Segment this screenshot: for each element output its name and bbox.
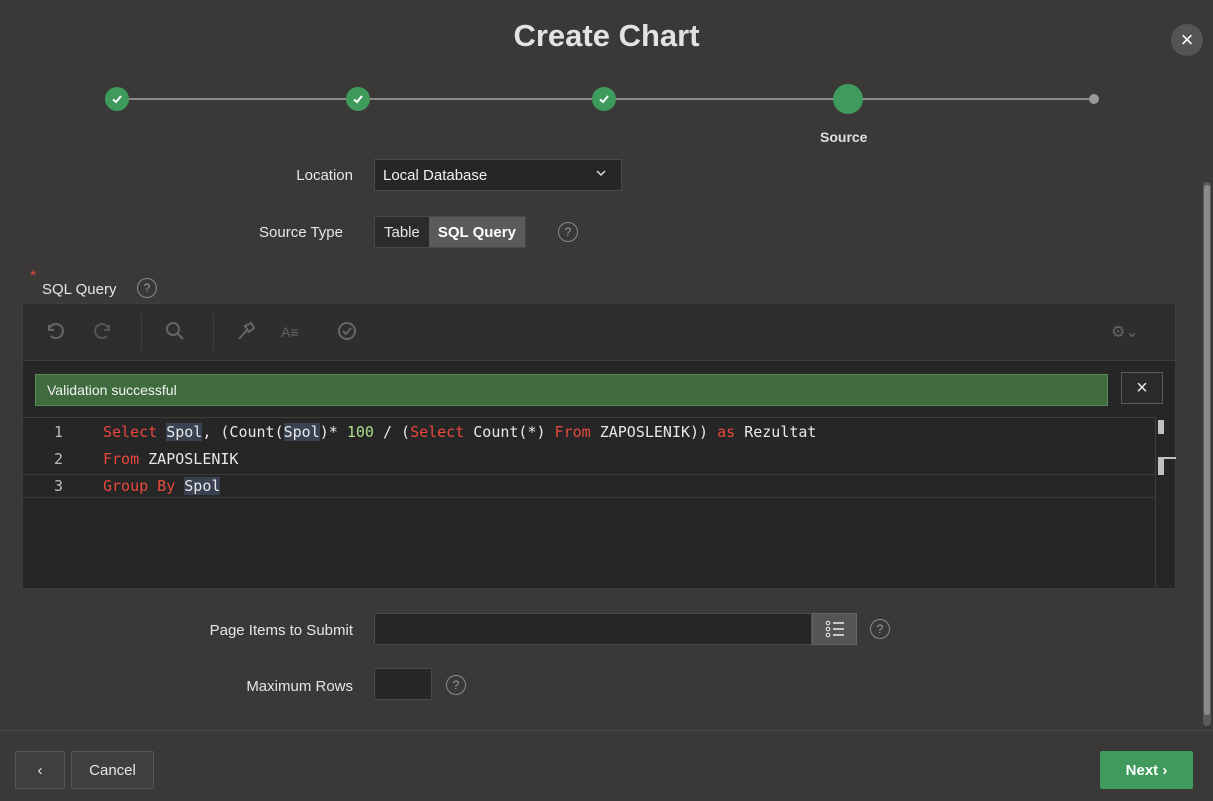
wizard-step-1 [105, 87, 129, 111]
check-icon [112, 95, 122, 104]
code-token: Spol [283, 423, 320, 441]
check-icon [353, 95, 363, 104]
location-select-value: Local Database [383, 166, 488, 184]
format-code-icon[interactable]: A≡ [281, 324, 299, 340]
list-picker-icon[interactable] [812, 613, 857, 645]
redo-icon[interactable] [93, 320, 115, 348]
code-token: From [554, 423, 591, 441]
back-button[interactable]: ‹ [15, 751, 65, 789]
code-token: , (Count( [202, 423, 284, 441]
code-area[interactable]: 1 Select Spol , (Count( Spol )* 100 / ( … [23, 417, 1155, 590]
code-token: Select [410, 423, 465, 441]
maximum-rows-label: Maximum Rows [246, 678, 353, 695]
wizard-step-5 [1089, 94, 1099, 104]
close-icon[interactable]: × [1121, 372, 1163, 404]
toolbar-separator [141, 314, 142, 350]
help-icon[interactable]: ? [870, 619, 890, 639]
page-items-label: Page Items to Submit [209, 622, 353, 639]
required-indicator: * [30, 268, 37, 285]
code-token: Select [103, 423, 158, 441]
undo-icon[interactable] [43, 320, 65, 348]
code-token: 100 [346, 423, 374, 441]
sql-query-label: SQL Query [42, 281, 117, 298]
code-line: 2 From ZAPOSLENIK [23, 447, 1155, 471]
help-icon[interactable]: ? [137, 278, 157, 298]
dialog-scrollbar-thumb[interactable] [1204, 185, 1210, 715]
scroll-marker [1158, 420, 1164, 434]
chevron-down-icon [595, 166, 607, 182]
line-number: 1 [53, 423, 63, 441]
code-token: ZAPOSLENIK)) [590, 423, 718, 441]
sql-code-editor: A≡ ⚙⌄ Validation successful × 1 Select S… [22, 303, 1176, 589]
cancel-button[interactable]: Cancel [71, 751, 154, 789]
line-number: 3 [53, 477, 63, 495]
source-type-table[interactable]: Table [375, 217, 429, 247]
code-token: From [103, 450, 140, 468]
location-label: Location [296, 167, 353, 184]
editor-toolbar: A≡ ⚙⌄ [23, 304, 1175, 361]
dialog-title: Create Chart [513, 18, 700, 53]
line-number: 2 [53, 450, 63, 468]
wizard-step-2 [346, 87, 370, 111]
code-token: Spol [166, 423, 203, 441]
help-icon[interactable]: ? [558, 222, 578, 242]
source-type-sql-query[interactable]: SQL Query [428, 217, 525, 247]
code-token: Spol [184, 477, 221, 495]
check-icon [599, 95, 609, 104]
code-token: Group By [103, 477, 176, 495]
search-icon[interactable] [164, 320, 186, 348]
source-type-label: Source Type [259, 224, 343, 241]
close-icon[interactable]: × [1171, 24, 1203, 56]
code-token: Count(*) [464, 423, 555, 441]
settings-menu-icon[interactable]: ⚙⌄ [1111, 322, 1139, 342]
toolbar-separator [213, 314, 214, 350]
wizard-step-4-active [833, 84, 863, 114]
scroll-marker [1164, 457, 1176, 459]
code-token: )* [319, 423, 347, 441]
location-select[interactable]: Local Database [374, 159, 622, 191]
code-token: / ( [373, 423, 411, 441]
wizard-active-step-label: Source [820, 129, 868, 145]
code-line: 1 Select Spol , (Count( Spol )* 100 / ( … [23, 420, 1155, 444]
validation-success-message: Validation successful [35, 374, 1108, 406]
code-token: as [717, 423, 736, 441]
source-type-toggle: Table SQL Query [374, 216, 526, 248]
create-chart-dialog: Create Chart × Source Location Local Dat… [0, 0, 1213, 801]
dialog-footer: ‹ Cancel Next › [0, 730, 1213, 801]
help-icon[interactable]: ? [446, 675, 466, 695]
wizard-step-3 [592, 87, 616, 111]
editor-scrollbar[interactable] [1155, 417, 1176, 589]
scroll-marker [1158, 457, 1164, 475]
page-items-input[interactable] [374, 613, 812, 645]
code-line-current: 3 Group By Spol [23, 474, 1155, 498]
query-builder-icon[interactable] [235, 320, 257, 348]
code-token: Rezultat [735, 423, 817, 441]
next-button[interactable]: Next › [1100, 751, 1193, 789]
maximum-rows-input[interactable] [374, 668, 432, 700]
validate-icon[interactable] [336, 320, 358, 348]
code-token: ZAPOSLENIK [139, 450, 239, 468]
